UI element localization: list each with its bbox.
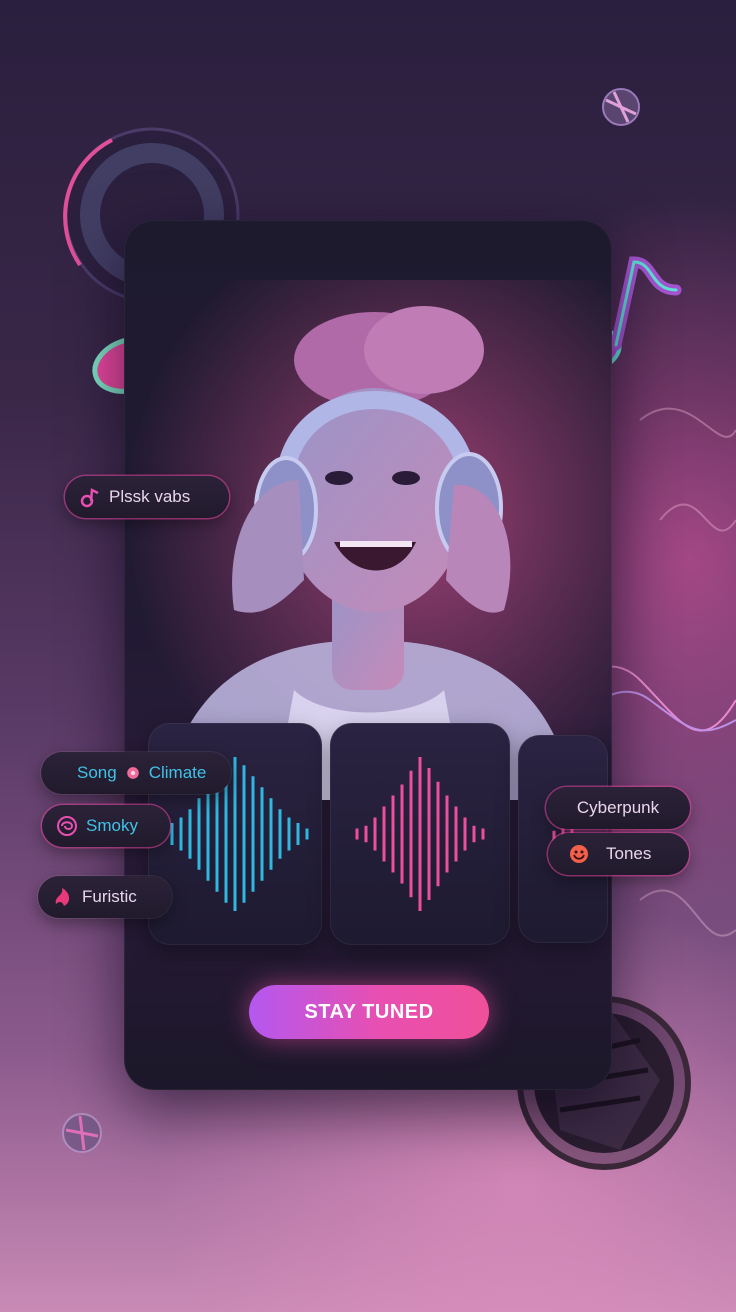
- chip-label-song: Song: [77, 763, 117, 782]
- waveform-bar: [472, 825, 476, 843]
- flame-icon: [55, 888, 70, 906]
- waveform-bar: [382, 806, 386, 862]
- waveform-bar: [251, 776, 255, 892]
- smiley-icon: [570, 845, 588, 863]
- waveform-bar: [463, 817, 467, 851]
- waveform-bar: [242, 765, 246, 903]
- stay-tuned-button[interactable]: STAY TUNED: [249, 985, 489, 1039]
- waveform-bar: [436, 781, 440, 887]
- waveform-bar: [206, 787, 210, 881]
- chip-smoky[interactable]: Smoky: [42, 805, 170, 847]
- waveform-bar: [454, 806, 458, 862]
- waveform-bar: [445, 795, 449, 873]
- chip-label: Furistic: [82, 887, 137, 906]
- waveform-bar: [400, 784, 404, 884]
- chip-tones[interactable]: Tones: [548, 833, 689, 875]
- waveform-bar: [391, 795, 395, 873]
- waveform-bar: [409, 770, 413, 898]
- waveform-bar: [188, 809, 192, 859]
- chip-cyberpunk[interactable]: Cyberpunk: [546, 787, 690, 829]
- spiral-icon: [57, 816, 77, 836]
- waveform-bar: [269, 798, 273, 870]
- waveform-bar: [305, 828, 309, 840]
- waveform-panel-pink[interactable]: [330, 723, 510, 945]
- chip-label: Smoky: [86, 816, 138, 835]
- waveform-bar: [418, 757, 422, 911]
- waveform-bar: [278, 809, 282, 859]
- chip-label: Tones: [606, 844, 652, 863]
- waveform-bar: [427, 768, 431, 900]
- waveform-bar: [197, 798, 201, 870]
- record-dot-icon: [126, 767, 139, 779]
- waveform-bar: [355, 828, 359, 840]
- waveform-bar: [170, 823, 174, 845]
- music-note-icon: [80, 488, 99, 508]
- waveform-bar: [215, 776, 219, 892]
- chip-song-climate[interactable]: Song Climate: [41, 752, 231, 794]
- waveform-bar: [296, 823, 300, 845]
- waveform-bar: [287, 817, 291, 851]
- player-card: [124, 220, 612, 1090]
- orb-icon: [62, 1113, 102, 1153]
- waveform-bar: [364, 825, 368, 843]
- waveform-pink: [355, 757, 485, 911]
- waveform-bar: [260, 787, 264, 881]
- waveform-bar: [481, 828, 485, 840]
- chip-label-climate: Climate: [148, 763, 207, 782]
- chip-furistic[interactable]: Furistic: [38, 876, 172, 918]
- waveform-bar: [179, 817, 183, 851]
- waveform-bar: [373, 817, 377, 851]
- orb-icon: [602, 88, 640, 126]
- listener-portrait: [124, 280, 612, 800]
- chip-label: Plssk vabs: [109, 487, 191, 506]
- chip-plssk-vabs[interactable]: Plssk vabs: [65, 476, 229, 518]
- chip-label: Cyberpunk: [576, 798, 660, 817]
- waveform-bar: [233, 757, 237, 911]
